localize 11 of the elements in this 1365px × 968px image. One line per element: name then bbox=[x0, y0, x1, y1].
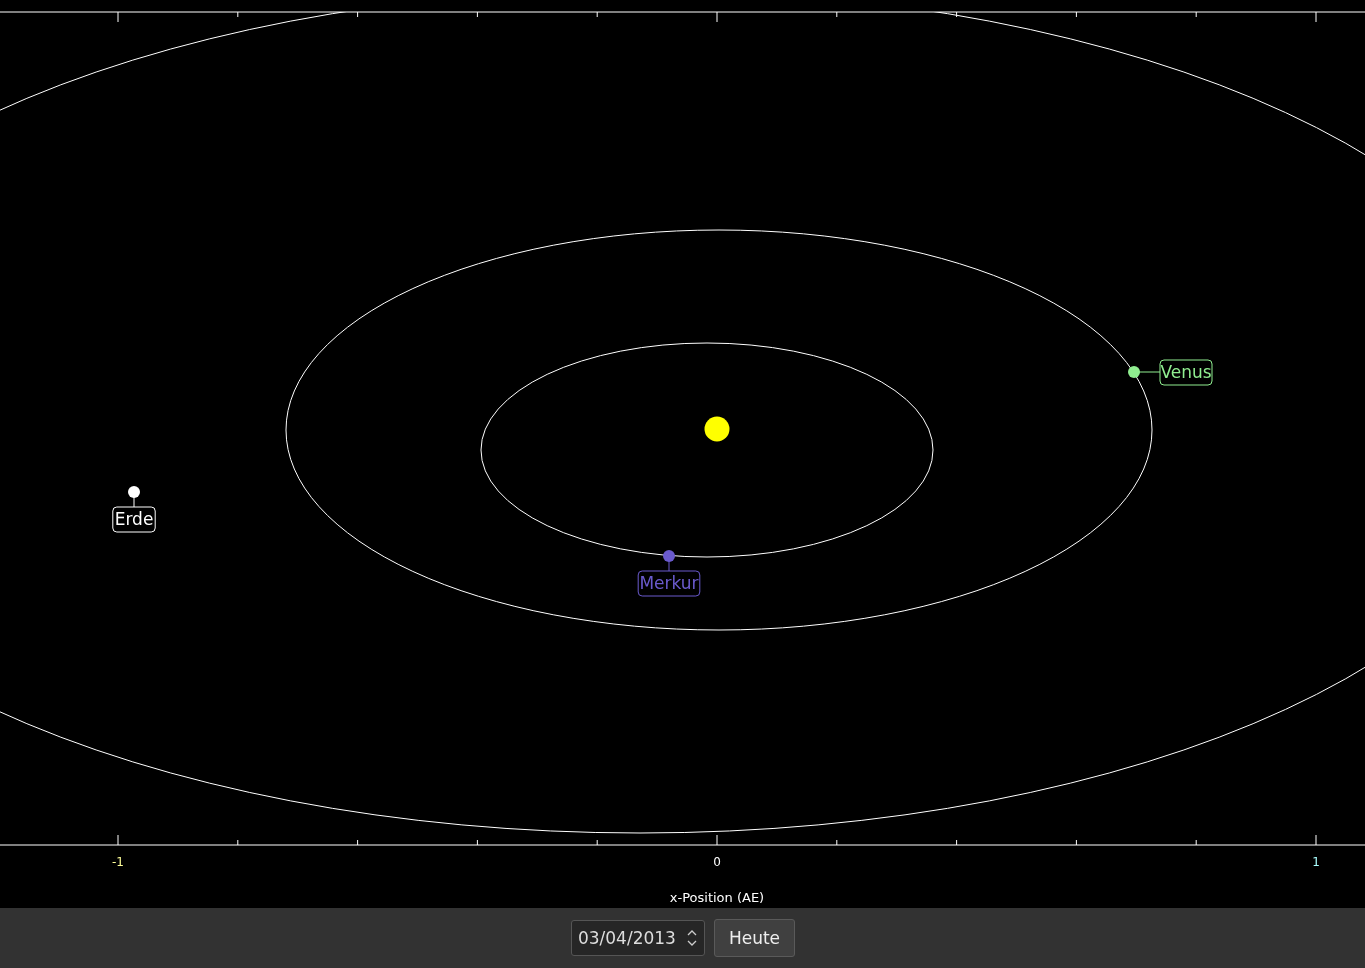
planet-label: Erde bbox=[112, 506, 156, 533]
planet-label: Venus bbox=[1159, 359, 1213, 386]
today-button[interactable]: Heute bbox=[713, 919, 796, 957]
sun-marker bbox=[704, 416, 730, 442]
axis-tick-label: 1 bbox=[1312, 855, 1320, 869]
axis-title: x-Position (AE) bbox=[669, 890, 765, 905]
axis-tick-label: 0 bbox=[713, 855, 721, 869]
planet-label: Merkur bbox=[637, 570, 701, 597]
date-field[interactable]: 03/04/2013 bbox=[570, 920, 705, 956]
axis-tick-label: -1 bbox=[112, 855, 124, 869]
spinner-icon[interactable] bbox=[685, 928, 698, 948]
